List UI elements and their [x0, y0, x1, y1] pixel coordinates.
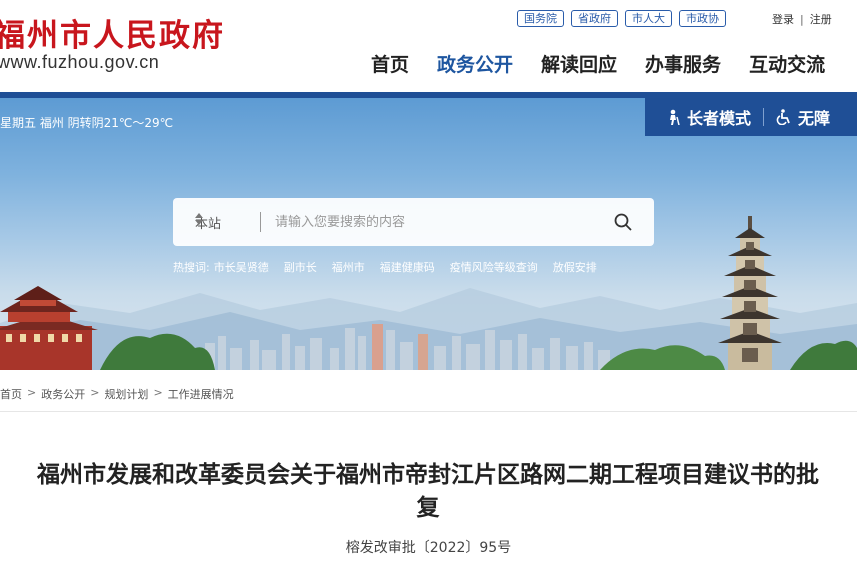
nav-services[interactable]: 办事服务 [645, 50, 721, 77]
top-link-shengzhengfu[interactable]: 省政府 [571, 10, 618, 27]
hot-word[interactable]: 福建健康码 [380, 259, 435, 275]
register-link[interactable]: 注册 [810, 13, 832, 26]
temple-illustration [0, 286, 98, 370]
hot-search-label: 热搜词: [173, 261, 210, 274]
top-link-shirenda[interactable]: 市人大 [625, 10, 672, 27]
login-link[interactable]: 登录 [772, 13, 794, 26]
breadcrumb-home[interactable]: 首页 [0, 386, 22, 402]
search-scope-select[interactable]: 本站 [195, 213, 231, 232]
breadcrumb-planning[interactable]: 规划计划 [104, 386, 148, 402]
elder-mode-label: 长者模式 [687, 109, 752, 128]
site-header: 福州市人民政府 www.fuzhou.gov.cn 国务院 省政府 市人大 市政… [0, 0, 857, 98]
article-title-line2: 复 [416, 495, 440, 521]
document-number: 榕发改审批〔2022〕95号 [345, 540, 512, 556]
main-nav: 首页 政务公开 解读回应 办事服务 互动交流 [371, 50, 853, 77]
breadcrumb-separator: > [27, 386, 37, 399]
site-title[interactable]: 福州市人民政府 [0, 10, 225, 55]
breadcrumb-separator: > [153, 386, 163, 399]
article-title: 福州市发展和改革委员会关于福州市帝封江片区路网二期工程项目建议书的批 复 [0, 459, 857, 525]
search-divider [260, 212, 261, 232]
elder-person-icon [670, 109, 680, 125]
weather-info: 星期五 福州 阴转阴21℃～29℃ [0, 116, 174, 130]
top-link-guowuyuan[interactable]: 国务院 [517, 10, 564, 27]
nav-interaction[interactable]: 互动交流 [749, 50, 825, 77]
breadcrumb-separator: > [90, 386, 100, 399]
accessibility-label: 无障 [798, 109, 831, 128]
hot-word[interactable]: 副市长 [284, 259, 317, 275]
breadcrumb-government-affairs[interactable]: 政务公开 [41, 386, 85, 402]
auth-links: 登录 | 注册 [772, 11, 832, 27]
hot-search-words: 热搜词: 市长吴贤德 副市长 福州市 福建健康码 疫情风险等级查询 放假安排 [173, 259, 612, 275]
top-link-shizhengxie[interactable]: 市政协 [679, 10, 726, 27]
hot-word[interactable]: 福州市 [332, 259, 365, 275]
article-title-line1: 福州市发展和改革委员会关于福州市帝封江片区路网二期工程项目建议书的批 [37, 462, 819, 488]
hot-word[interactable]: 放假安排 [553, 259, 597, 275]
mode-separator [763, 108, 765, 126]
hot-word[interactable]: 疫情风险等级查询 [450, 259, 538, 275]
search-box: 本站 [173, 198, 654, 246]
hot-word[interactable]: 市长吴贤德 [214, 259, 269, 275]
accessibility-bar: 长者模式 无障 [645, 98, 857, 136]
nav-interpretation[interactable]: 解读回应 [541, 50, 617, 77]
elder-mode-button[interactable]: 长者模式 [667, 105, 751, 129]
search-button[interactable] [613, 212, 633, 232]
wheelchair-icon [776, 109, 790, 125]
auth-separator: | [800, 13, 804, 26]
hero-banner: 星期五 福州 阴转阴21℃～29℃ 长者模式 无障 本站 请输入您要搜索的内容 … [0, 98, 857, 370]
accessibility-button[interactable]: 无障 [776, 105, 830, 129]
search-icon [614, 213, 632, 231]
nav-government-affairs[interactable]: 政务公开 [437, 50, 513, 77]
breadcrumb: 首页 > 政务公开 > 规划计划 > 工作进展情况 [0, 386, 234, 402]
site-url: www.fuzhou.gov.cn [0, 52, 160, 72]
top-links: 国务院 省政府 市人大 市政协 [517, 10, 726, 27]
search-input[interactable] [275, 211, 595, 233]
breadcrumb-work-progress[interactable]: 工作进展情况 [168, 386, 234, 402]
page: 福州市人民政府 www.fuzhou.gov.cn 国务院 省政府 市人大 市政… [0, 0, 857, 567]
breadcrumb-divider [0, 411, 857, 412]
nav-home[interactable]: 首页 [371, 50, 409, 77]
